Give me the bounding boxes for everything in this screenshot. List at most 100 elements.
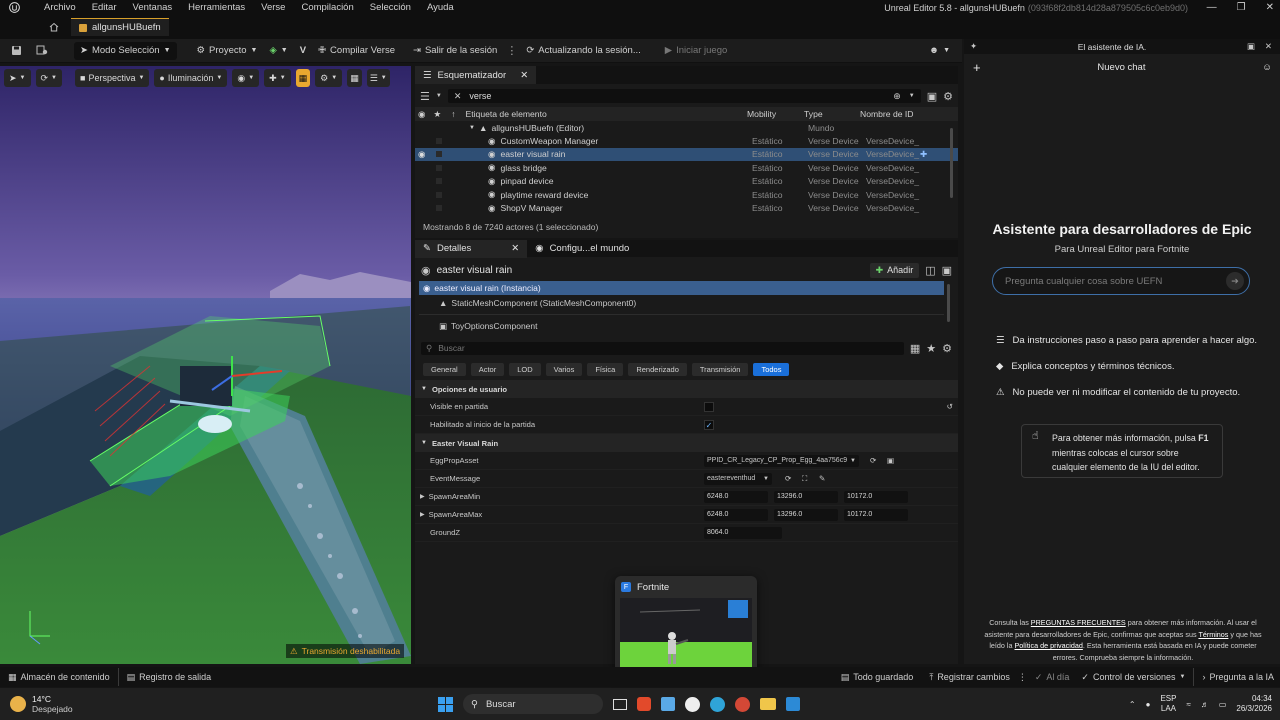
windows-start-icon[interactable]: [438, 696, 453, 712]
spawn-min-z[interactable]: 10172.0: [844, 490, 908, 503]
filter-general[interactable]: General: [423, 362, 466, 376]
visibility-icon[interactable]: ◉: [418, 136, 428, 147]
verse-button[interactable]: V: [294, 39, 312, 63]
filter-varios[interactable]: Varios: [545, 362, 583, 376]
close-tab-icon[interactable]: ✕: [520, 70, 528, 81]
volume-icon[interactable]: ♬: [1201, 700, 1209, 709]
gear-icon[interactable]: ⚙: [943, 90, 953, 103]
snap-button[interactable]: ✚ ▼: [264, 69, 291, 87]
new-chat-plus-icon[interactable]: +: [973, 60, 981, 75]
menu-ventanas[interactable]: Ventanas: [125, 0, 181, 15]
home-icon[interactable]: [45, 22, 63, 32]
filter-fisica[interactable]: Física: [587, 362, 624, 376]
visibility-icon[interactable]: ◉: [418, 162, 428, 173]
add-actor-menu[interactable]: ◈ ▼: [263, 39, 293, 63]
rotate-tool-button[interactable]: ⟳ ▼: [35, 69, 62, 87]
folder-icon[interactable]: ▣: [927, 90, 937, 103]
outliner-row[interactable]: ◉◉playtime reward deviceEstáticoVerse De…: [415, 188, 958, 201]
ai-prompt-input[interactable]: Pregunta cualquier cosa sobre UEFN ➔: [992, 267, 1250, 295]
menu-ayuda[interactable]: Ayuda: [419, 0, 462, 15]
output-log-button[interactable]: ▤ Registro de salida: [127, 672, 212, 683]
popout-icon[interactable]: ▣: [1247, 41, 1255, 52]
expand-icon[interactable]: ▶: [420, 511, 425, 518]
language-indicator[interactable]: ESP LAA: [1160, 694, 1176, 714]
users-menu[interactable]: ☻ ▼: [923, 39, 956, 63]
egg-asset-dropdown[interactable]: PPID_CR_Legacy_CP_Prop_Egg_4aa756c9 ▼: [704, 454, 859, 467]
browse-icon[interactable]: ⟳: [870, 456, 876, 465]
outliner-row[interactable]: ◉◉CustomWeapon ManagerEstáticoVerse Devi…: [415, 134, 958, 147]
event-message-dropdown[interactable]: eastereventhud ▼: [704, 472, 772, 485]
minimize-icon[interactable]: —: [1207, 2, 1217, 13]
expand-icon[interactable]: ▼: [469, 125, 475, 131]
register-changes-button[interactable]: ⤒ Registrar cambios: [929, 672, 1010, 683]
microphone-icon[interactable]: ●: [1146, 700, 1151, 709]
transform-tool-button[interactable]: ➤ ▼: [4, 69, 31, 87]
expand-icon[interactable]: ▶: [420, 493, 425, 500]
focus-icon[interactable]: ⛶: [802, 474, 807, 484]
menu-verse[interactable]: Verse: [253, 0, 293, 15]
close-icon[interactable]: ✕: [1266, 2, 1274, 13]
tray-chevron-up-icon[interactable]: ⌃: [1129, 700, 1136, 709]
wifi-icon[interactable]: ≈: [1186, 700, 1190, 709]
tab-level[interactable]: allgunsHUBuefn: [71, 18, 169, 36]
add-filter-icon[interactable]: ⊕: [893, 91, 901, 102]
filter-lod[interactable]: LOD: [509, 362, 541, 376]
send-icon[interactable]: ➔: [1226, 272, 1244, 290]
sync-status[interactable]: ✓ Al día: [1035, 672, 1070, 683]
outliner-search-field[interactable]: ✕ verse ⊕ ▼: [447, 89, 921, 103]
brave-browser-icon[interactable]: [637, 697, 651, 711]
more-options-icon[interactable]: ⋮: [503, 44, 520, 57]
task-view-icon[interactable]: [613, 698, 627, 710]
details-search-field[interactable]: ⚲ Buscar: [421, 341, 904, 355]
mode-selector[interactable]: ➤ Modo Selección ▼: [74, 41, 177, 60]
visible-checkbox[interactable]: [704, 401, 714, 412]
start-game-button[interactable]: ▶ Iniciar juego: [659, 39, 734, 63]
close-icon[interactable]: ✕: [1265, 41, 1272, 52]
outliner-row[interactable]: ◉◉ShopV ManagerEstáticoVerse DeviceVerse…: [415, 201, 958, 214]
favorites-icon[interactable]: ★: [926, 342, 936, 355]
maximize-icon[interactable]: ❐: [1237, 2, 1246, 13]
more-options-icon[interactable]: ⋮: [1018, 672, 1027, 683]
clear-search-icon[interactable]: ✕: [454, 91, 462, 102]
tab-world-settings[interactable]: ◉ Configu...el mundo: [527, 240, 637, 258]
file-explorer-icon[interactable]: [760, 698, 776, 710]
visibility-icon[interactable]: ◉: [418, 149, 428, 160]
tab-outliner[interactable]: ☰ Esquematizador ✕: [415, 66, 537, 84]
tab-details[interactable]: ✎ Detalles ✕: [415, 239, 528, 258]
version-control-button[interactable]: ✓ Control de versiones ▼: [1081, 672, 1185, 683]
file-app-icon[interactable]: [661, 697, 675, 711]
project-menu[interactable]: ⚙ Proyecto ▼: [191, 39, 264, 63]
category-user-options[interactable]: ▼ Opciones de usuario: [415, 380, 958, 398]
chrome-browser-icon[interactable]: [735, 696, 750, 712]
faq-link[interactable]: PREGUNTAS FRECUENTES: [1031, 618, 1126, 627]
menu-herramientas[interactable]: Herramientas: [180, 0, 253, 15]
all-saved-status[interactable]: ▤ Todo guardado: [841, 672, 914, 683]
privacy-link[interactable]: Política de privacidad: [1015, 641, 1083, 650]
unreal-app-icon[interactable]: [685, 696, 700, 712]
add-component-button[interactable]: ✚ Añadir: [869, 262, 920, 278]
menu-seleccion[interactable]: Selección: [362, 0, 419, 15]
eyedropper-icon[interactable]: ✎: [819, 474, 825, 483]
outliner-row[interactable]: ◉◉pinpad deviceEstáticoVerse DeviceVerse…: [415, 175, 958, 188]
perspective-button[interactable]: ■ Perspectiva ▼: [75, 69, 150, 87]
spawn-max-z[interactable]: 10172.0: [844, 508, 908, 521]
component-root[interactable]: ◉ easter visual rain (Instancia): [419, 281, 944, 295]
terms-link[interactable]: Términos: [1198, 630, 1228, 639]
add-icon[interactable]: ✚: [920, 149, 927, 160]
logout-button[interactable]: ⇥ Salir de la sesión: [407, 39, 503, 63]
fortnite-window-preview[interactable]: F Fortnite: [615, 576, 757, 676]
close-tab-icon[interactable]: ✕: [511, 243, 519, 254]
outliner-root-row[interactable]: ▼ ▲ allgunsHUBuefn (Editor) Mundo: [415, 121, 958, 134]
menu-compilacion[interactable]: Compilación: [293, 0, 361, 15]
reset-icon[interactable]: ↺: [947, 402, 953, 411]
grid-snap-button[interactable]: ▦: [295, 69, 311, 87]
spawn-max-y[interactable]: 13296.0: [774, 508, 838, 521]
visibility-icon[interactable]: ◉: [418, 176, 428, 187]
spawn-max-x[interactable]: 6248.0: [704, 508, 768, 521]
save-icon[interactable]: [6, 45, 26, 56]
menu-archivo[interactable]: Archivo: [36, 0, 84, 15]
gear-icon[interactable]: ⚙: [942, 342, 952, 355]
component-staticmesh[interactable]: ▲ StaticMeshComponent (StaticMeshCompone…: [419, 295, 944, 311]
ask-ai-button[interactable]: › Pregunta a la IA: [1202, 672, 1274, 682]
edge-browser-icon[interactable]: [710, 696, 725, 712]
